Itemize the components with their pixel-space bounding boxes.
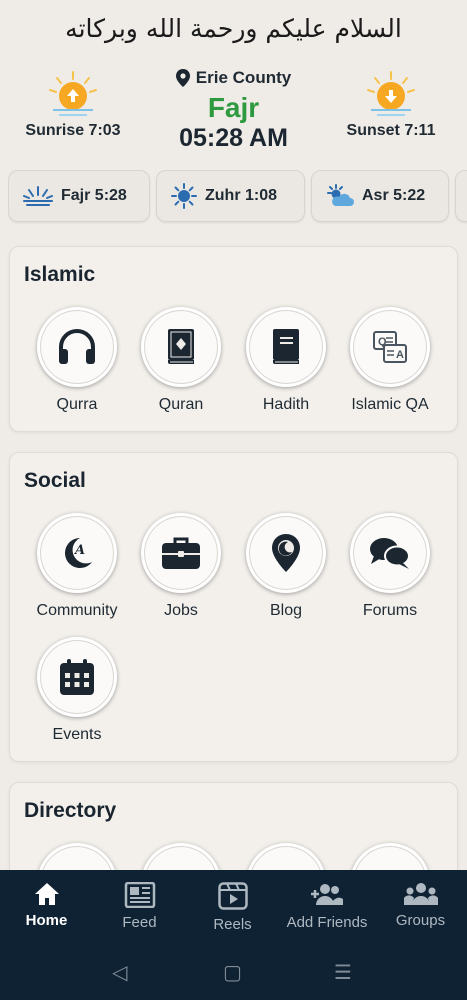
forums-tile[interactable]: Forums bbox=[338, 513, 442, 620]
islamic-section: Islamic Qurra Quran Hadith Q A Islamic Q… bbox=[9, 246, 458, 432]
section-title: Directory bbox=[24, 799, 117, 822]
nav-label: Feed bbox=[122, 914, 157, 931]
nav-label: Reels bbox=[213, 916, 252, 933]
quran-tile[interactable]: Quran bbox=[129, 307, 233, 414]
tile-circle bbox=[350, 513, 430, 593]
tile-label: Hadith bbox=[262, 396, 310, 413]
tile-circle bbox=[141, 513, 221, 593]
tile-label: Blog bbox=[269, 602, 303, 619]
section-title: Islamic bbox=[24, 263, 96, 286]
qurra-tile[interactable]: Qurra bbox=[25, 307, 129, 414]
tile-label: Qurra bbox=[56, 396, 98, 413]
prayer-pill-zuhr[interactable]: Zuhr 1:08 bbox=[156, 170, 305, 222]
prayer-times-strip[interactable]: Fajr 5:28 Zuhr 1:08 Asr 5:22 bbox=[8, 170, 467, 224]
tile-circle bbox=[246, 307, 326, 387]
sunrise-lines-icon bbox=[23, 186, 53, 206]
prayer-pill-asr[interactable]: Asr 5:22 bbox=[311, 170, 449, 222]
arabic-greeting: السلام عليكم ورحمة الله وبركاته bbox=[65, 14, 402, 43]
tile-circle: A bbox=[37, 513, 117, 593]
quran-book-icon bbox=[168, 329, 194, 364]
svg-text:A: A bbox=[396, 349, 404, 361]
social-section: Social A Community Jobs Blog Forums Even… bbox=[9, 452, 458, 762]
tile-circle bbox=[246, 513, 326, 593]
current-prayer-name: Fajr bbox=[207, 92, 260, 123]
nav-home[interactable]: Home bbox=[0, 882, 93, 929]
nav-feed[interactable]: Feed bbox=[93, 882, 186, 931]
sunset-block: Sunset 7:11 bbox=[326, 70, 456, 140]
chat-bubbles-icon bbox=[370, 538, 410, 569]
location-label: Erie County bbox=[195, 68, 292, 87]
home-icon bbox=[34, 883, 59, 905]
briefcase-icon bbox=[162, 537, 200, 569]
hadith-tile[interactable]: Hadith bbox=[234, 307, 338, 414]
sun-icon bbox=[171, 183, 197, 209]
nav-label: Add Friends bbox=[286, 914, 368, 931]
svg-text:A: A bbox=[73, 543, 85, 558]
recents-icon[interactable]: ☰ bbox=[334, 960, 352, 984]
blog-tile[interactable]: Blog bbox=[234, 513, 338, 620]
events-tile[interactable]: Events bbox=[25, 637, 129, 744]
add-friends-icon bbox=[311, 884, 343, 905]
sunrise-block: Sunrise 7:03 bbox=[8, 70, 138, 140]
community-tile[interactable]: A Community bbox=[25, 513, 129, 620]
tile-label: Quran bbox=[158, 396, 204, 413]
tile-circle bbox=[37, 307, 117, 387]
nav-add-friends[interactable]: Add Friends bbox=[280, 882, 374, 931]
qa-icon: Q A bbox=[373, 331, 407, 363]
groups-icon bbox=[403, 883, 438, 905]
tile-label: Islamic QA bbox=[351, 396, 429, 413]
section-title: Social bbox=[24, 469, 86, 492]
prayer-pill-next[interactable] bbox=[455, 170, 467, 222]
newspaper-icon bbox=[124, 882, 155, 908]
tile-label: Events bbox=[52, 726, 102, 743]
tile-circle bbox=[37, 637, 117, 717]
tile-label: Jobs bbox=[164, 602, 198, 619]
nav-label: Groups bbox=[395, 912, 446, 929]
system-nav-bar: ◁ ▢ ☰ bbox=[0, 950, 467, 1000]
location-pin-icon bbox=[175, 69, 190, 87]
sunset-label: Sunset 7:11 bbox=[346, 122, 436, 139]
current-prayer-block: Erie County Fajr 05:28 AM bbox=[150, 68, 317, 153]
home-square-icon[interactable]: ▢ bbox=[223, 960, 242, 984]
nav-label: Home bbox=[25, 912, 68, 929]
jobs-tile[interactable]: Jobs bbox=[129, 513, 233, 620]
calendar-icon bbox=[60, 659, 94, 695]
location[interactable]: Erie County bbox=[150, 68, 317, 88]
prayer-pill-label: Asr 5:22 bbox=[362, 187, 426, 204]
sunrise-icon bbox=[49, 71, 97, 116]
headphones-icon bbox=[59, 329, 95, 364]
sunset-icon bbox=[367, 71, 415, 116]
back-icon[interactable]: ◁ bbox=[112, 960, 127, 984]
crescent-icon: A bbox=[65, 538, 92, 568]
nav-reels[interactable]: Reels bbox=[186, 882, 279, 933]
islamic-qa-tile[interactable]: Q A Islamic QA bbox=[338, 307, 442, 414]
prayer-pill-label: Zuhr 1:08 bbox=[205, 187, 278, 204]
reels-icon bbox=[217, 882, 248, 910]
sun-cloud-icon bbox=[327, 184, 354, 206]
tile-circle bbox=[141, 307, 221, 387]
sunrise-label: Sunrise 7:03 bbox=[25, 122, 121, 139]
nav-groups[interactable]: Groups bbox=[374, 882, 467, 929]
book-icon bbox=[273, 329, 299, 364]
current-time: 05:28 AM bbox=[179, 124, 288, 152]
tile-circle: Q A bbox=[350, 307, 430, 387]
prayer-pill-fajr[interactable]: Fajr 5:28 bbox=[8, 170, 150, 222]
tile-label: Forums bbox=[362, 602, 418, 619]
tile-label: Community bbox=[36, 602, 118, 619]
prayer-pill-label: Fajr 5:28 bbox=[61, 187, 127, 204]
map-pin-icon bbox=[272, 534, 300, 572]
